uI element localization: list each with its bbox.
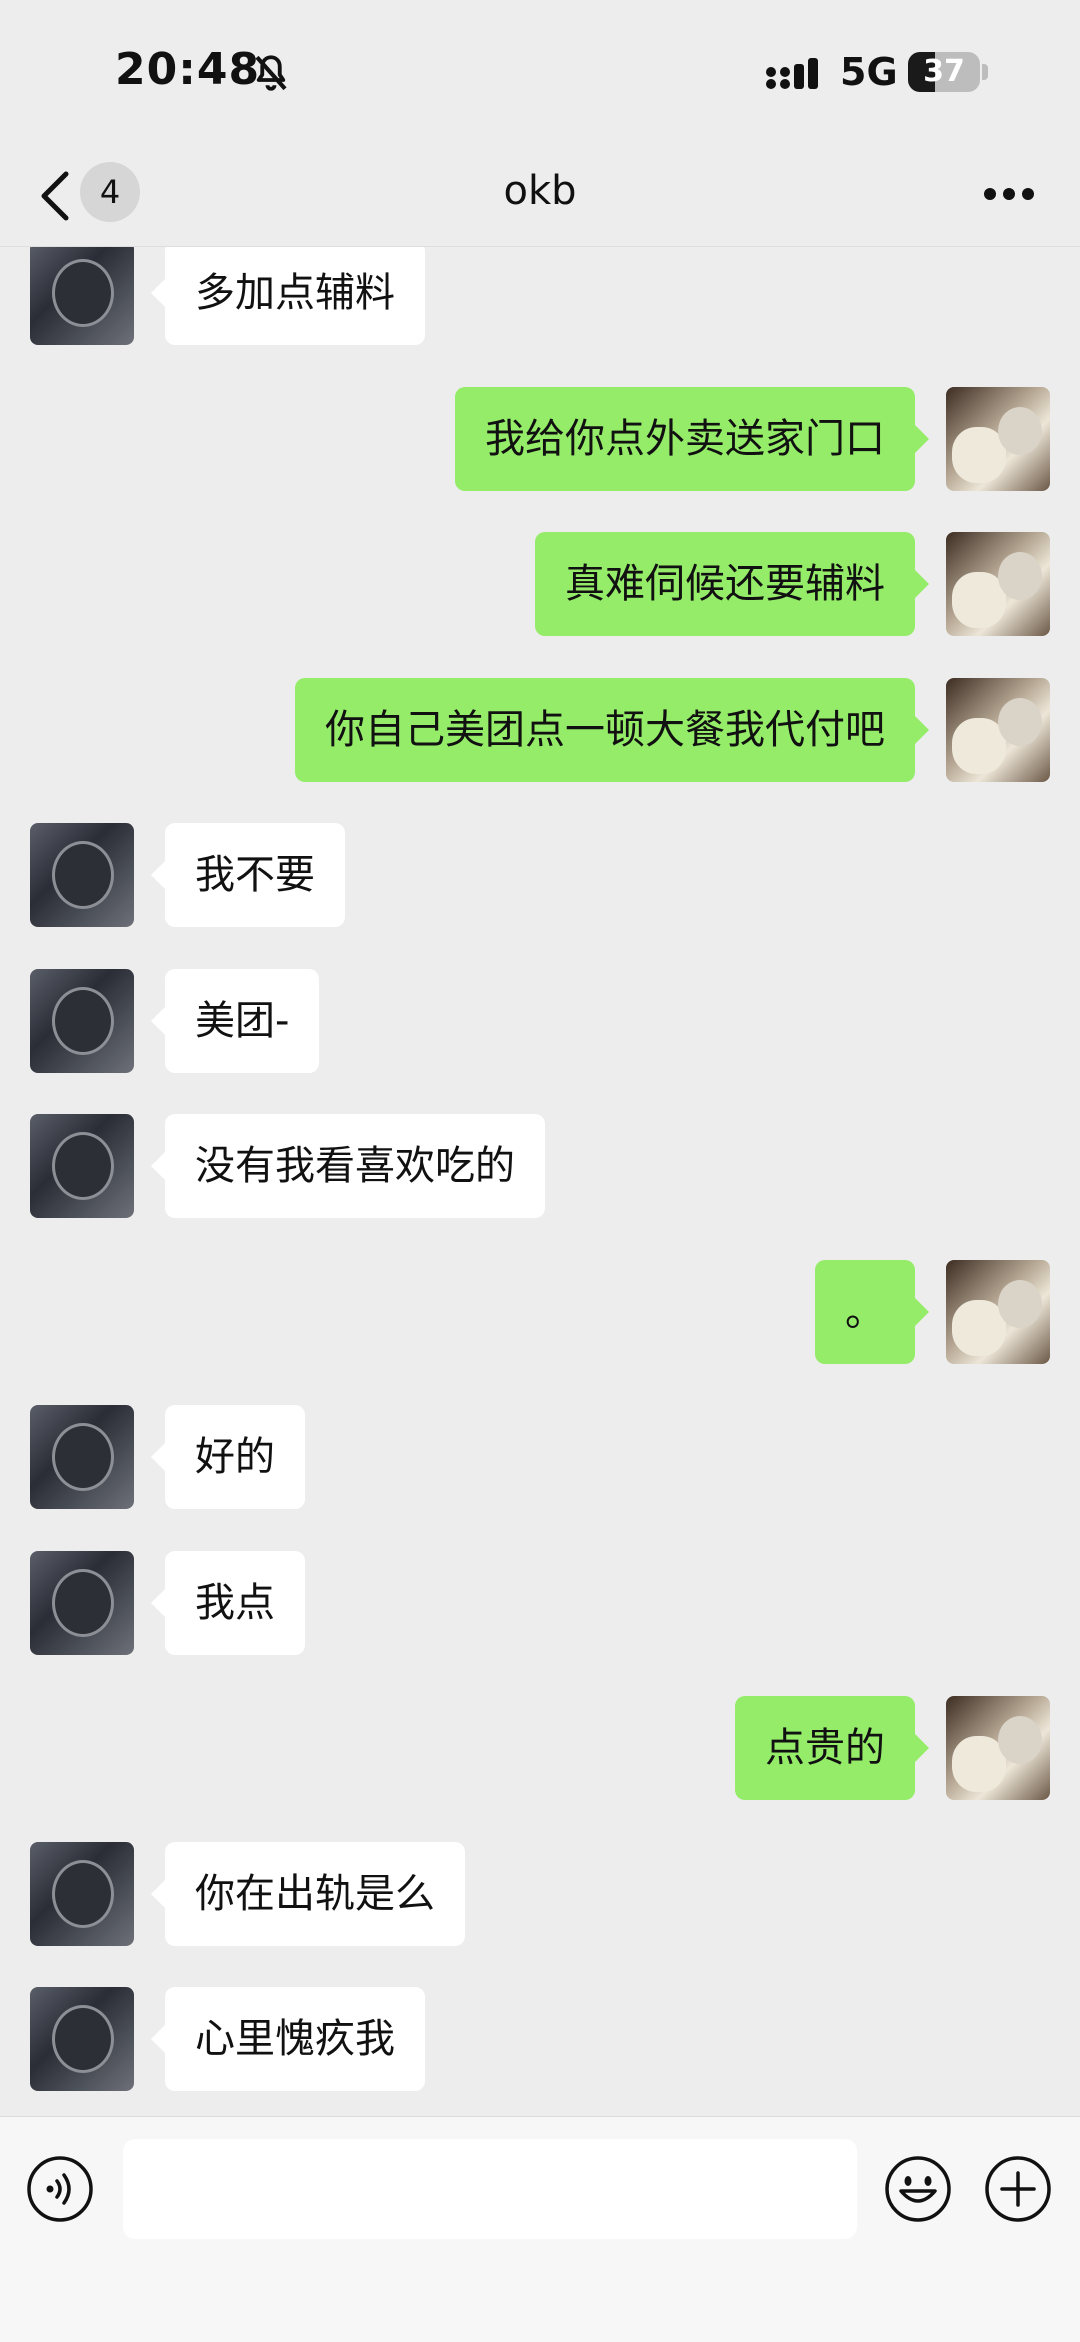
- plus-icon[interactable]: [984, 2155, 1052, 2223]
- chat-title: okb: [503, 168, 577, 214]
- status-time: 20:48: [115, 44, 261, 95]
- contact-avatar[interactable]: [30, 1842, 134, 1946]
- my-avatar[interactable]: [946, 532, 1050, 636]
- message-bubble[interactable]: 你自己美团点一顿大餐我代付吧: [295, 678, 929, 782]
- sent-message: 。: [0, 1260, 1080, 1364]
- emoji-icon[interactable]: [884, 2155, 952, 2223]
- message-bubble[interactable]: 。: [815, 1260, 929, 1364]
- received-message: 多加点辅料: [0, 247, 1080, 345]
- battery-level: 37: [923, 54, 965, 89]
- contact-avatar[interactable]: [30, 247, 134, 345]
- contact-avatar[interactable]: [30, 1987, 134, 2091]
- battery-tip: [982, 64, 988, 80]
- signal-icon: [766, 58, 818, 89]
- contact-avatar[interactable]: [30, 1114, 134, 1218]
- message-bubble[interactable]: 点贵的: [735, 1696, 929, 1800]
- received-message: 好的: [0, 1405, 1080, 1509]
- message-bubble[interactable]: 没有我看喜欢吃的: [151, 1114, 545, 1218]
- chat-header: 4 okb: [0, 150, 1080, 247]
- received-message: 美团-: [0, 969, 1080, 1073]
- received-message: 我不要: [0, 823, 1080, 927]
- network-type: 5G: [840, 50, 898, 94]
- message-list[interactable]: 多加点辅料 我给你点外卖送家门口真难伺候还要辅料你自己美团点一顿大餐我代付吧我不要…: [0, 247, 1080, 2115]
- sent-message: 真难伺候还要辅料: [0, 532, 1080, 636]
- sent-message: 点贵的: [0, 1696, 1080, 1800]
- contact-avatar[interactable]: [30, 1405, 134, 1509]
- sent-message: 我给你点外卖送家门口: [0, 387, 1080, 491]
- my-avatar[interactable]: [946, 1696, 1050, 1800]
- received-message: 没有我看喜欢吃的: [0, 1114, 1080, 1218]
- message-bubble[interactable]: 美团-: [150, 969, 320, 1073]
- message-bubble[interactable]: 心里愧疚我: [151, 1987, 425, 2091]
- received-message: 你在出轨是么: [0, 1842, 1080, 1946]
- battery-icon: 37: [908, 52, 980, 92]
- contact-avatar[interactable]: [30, 969, 134, 1073]
- voice-icon[interactable]: [26, 2155, 94, 2223]
- status-bar: 20:48 5G 37: [0, 0, 1080, 150]
- my-avatar[interactable]: [946, 1260, 1050, 1364]
- bell-muted-icon: [255, 55, 287, 91]
- contact-avatar[interactable]: [30, 823, 134, 927]
- input-bar: [0, 2116, 1080, 2342]
- received-message: 我点: [0, 1551, 1080, 1655]
- message-bubble[interactable]: 好的: [151, 1405, 305, 1509]
- my-avatar[interactable]: [946, 387, 1050, 491]
- message-bubble[interactable]: 真难伺候还要辅料: [535, 532, 929, 636]
- message-bubble[interactable]: 我不要: [151, 823, 345, 927]
- sent-message: 你自己美团点一顿大餐我代付吧: [0, 678, 1080, 782]
- received-message: 心里愧疚我: [0, 1987, 1080, 2091]
- message-bubble[interactable]: 我给你点外卖送家门口: [455, 387, 929, 491]
- my-avatar[interactable]: [946, 678, 1050, 782]
- more-icon[interactable]: [984, 188, 1034, 202]
- contact-avatar[interactable]: [30, 1551, 134, 1655]
- message-bubble[interactable]: 你在出轨是么: [151, 1842, 465, 1946]
- message-input[interactable]: [123, 2139, 857, 2239]
- message-bubble[interactable]: 我点: [151, 1551, 305, 1655]
- message-bubble[interactable]: 多加点辅料: [151, 247, 425, 345]
